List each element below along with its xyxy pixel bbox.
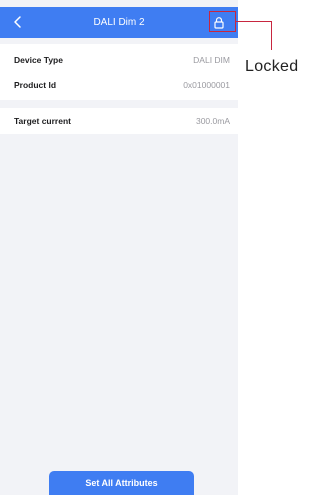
callout-connector (236, 21, 272, 22)
back-arrow-icon[interactable] (9, 13, 27, 31)
page-title: DALI Dim 2 (93, 17, 145, 28)
attributes-card: Target current 300.0mA (0, 108, 238, 134)
product-id-label: Product Id (14, 80, 57, 90)
target-current-label: Target current (14, 116, 71, 126)
target-current-row[interactable]: Target current 300.0mA (0, 109, 238, 133)
set-all-attributes-button[interactable]: Set All Attributes (49, 471, 194, 495)
device-info-card: Device Type DALI DIM Product Id 0x010000… (0, 44, 238, 100)
target-current-value[interactable]: 300.0mA (196, 109, 230, 133)
device-type-value: DALI DIM (193, 55, 230, 65)
device-type-row: Device Type DALI DIM (0, 48, 238, 72)
device-type-label: Device Type (14, 55, 63, 65)
top-bar: DALI Dim 2 (0, 7, 238, 38)
lock-highlight-box (209, 11, 236, 32)
app-screen: DALI Dim 2 Device Type DALI DIM Product … (0, 0, 238, 495)
callout-connector-vertical (271, 21, 272, 50)
locked-callout-label: Locked (245, 58, 299, 75)
product-id-row: Product Id 0x01000001 (0, 73, 238, 97)
product-id-value: 0x01000001 (183, 80, 230, 90)
